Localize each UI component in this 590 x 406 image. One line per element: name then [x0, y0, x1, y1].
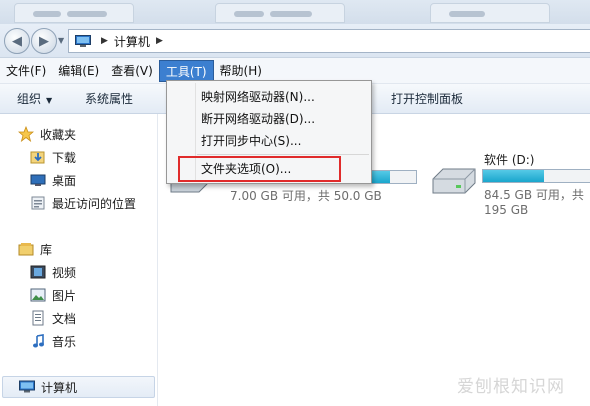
back-button[interactable]: ◀: [4, 28, 30, 54]
folder-options-highlight: [178, 156, 341, 182]
recent-pages-dropdown-icon[interactable]: ▼: [58, 36, 64, 45]
organize-button[interactable]: 组织 ▼: [17, 84, 52, 114]
sidebar-item-downloads[interactable]: 下载: [30, 146, 76, 168]
star-icon: [18, 126, 34, 142]
sidebar-item-label: 桌面: [52, 173, 77, 188]
window-tab[interactable]: [14, 3, 134, 23]
sidebar-computer[interactable]: 计算机: [2, 376, 155, 398]
sidebar-computer-label: 计算机: [41, 380, 78, 395]
recent-places-icon: [30, 195, 46, 211]
computer-icon: [19, 379, 35, 395]
organize-label: 组织: [17, 92, 42, 106]
menu-tools[interactable]: 工具(T): [158, 59, 214, 82]
library-icon: [18, 241, 34, 257]
hard-drive-icon: [432, 168, 476, 194]
breadcrumb-computer[interactable]: 计算机: [114, 33, 150, 50]
navigation-pane: 收藏夹 下载 桌面 最近访问的位置 库 视频 图片 文档 音乐 计算机: [0, 114, 158, 406]
back-arrow-icon: ◀: [12, 33, 22, 49]
sidebar-item-label: 视频: [52, 265, 77, 280]
sidebar-item-label: 下载: [52, 150, 77, 165]
video-icon: [30, 264, 46, 280]
picture-icon: [30, 287, 46, 303]
drive-d-usage-bar: [482, 169, 590, 183]
menu-item-disconnect-network-drive[interactable]: 断开网络驱动器(D)...: [201, 108, 315, 130]
menu-view[interactable]: 查看(V): [105, 60, 159, 82]
open-control-panel-button[interactable]: 打开控制面板: [391, 84, 463, 114]
address-bar[interactable]: ▶ 计算机 ▶: [68, 29, 590, 53]
sidebar-item-label: 最近访问的位置: [52, 196, 137, 211]
menu-help[interactable]: 帮助(H): [214, 60, 268, 82]
breadcrumb-separator-icon[interactable]: ▶: [101, 36, 108, 46]
sidebar-libraries[interactable]: 库: [18, 238, 52, 260]
sidebar-item-recent-places[interactable]: 最近访问的位置: [30, 192, 136, 214]
drive-d-free-space: 84.5 GB 可用，共 195 GB: [484, 188, 584, 217]
navigation-bar: ◀ ▶ ▼ ▶ 计算机 ▶: [0, 24, 590, 58]
computer-icon: [75, 34, 91, 47]
sidebar-item-label: 图片: [52, 288, 77, 303]
sidebar-item-label: 文档: [52, 311, 77, 326]
sidebar-item-documents[interactable]: 文档: [30, 307, 76, 329]
sidebar-favorites-label: 收藏夹: [40, 127, 77, 142]
drive-c-free-space: 7.00 GB 可用，共 50.0 GB: [230, 189, 382, 203]
menu-edit[interactable]: 编辑(E): [52, 60, 105, 82]
menu-item-map-network-drive[interactable]: 映射网络驱动器(N)...: [201, 86, 315, 108]
tab-strip: [0, 0, 590, 24]
sidebar-item-music[interactable]: 音乐: [30, 330, 76, 352]
window-tab[interactable]: [430, 3, 550, 23]
sidebar-item-label: 音乐: [52, 334, 77, 349]
desktop-icon: [30, 172, 46, 188]
system-properties-button[interactable]: 系统属性: [85, 84, 133, 114]
forward-button[interactable]: ▶: [31, 28, 57, 54]
forward-arrow-icon: ▶: [39, 33, 49, 49]
music-note-icon: [30, 333, 46, 349]
drive-d-name: 软件 (D:): [484, 153, 535, 167]
chevron-down-icon: ▼: [46, 96, 53, 105]
sidebar-favorites[interactable]: 收藏夹: [18, 123, 76, 145]
sidebar-item-videos[interactable]: 视频: [30, 261, 76, 283]
breadcrumb-separator-icon[interactable]: ▶: [156, 36, 163, 46]
watermark: 爱刨根知识网: [457, 377, 565, 397]
menu-item-open-sync-center[interactable]: 打开同步中心(S)...: [201, 130, 301, 152]
sidebar-libraries-label: 库: [40, 242, 53, 257]
menu-file[interactable]: 文件(F): [0, 60, 52, 82]
window-tab[interactable]: [215, 3, 345, 23]
menu-separator: [197, 154, 369, 155]
sidebar-item-pictures[interactable]: 图片: [30, 284, 76, 306]
document-icon: [30, 310, 46, 326]
sidebar-item-desktop[interactable]: 桌面: [30, 169, 76, 191]
download-folder-icon: [30, 149, 46, 165]
